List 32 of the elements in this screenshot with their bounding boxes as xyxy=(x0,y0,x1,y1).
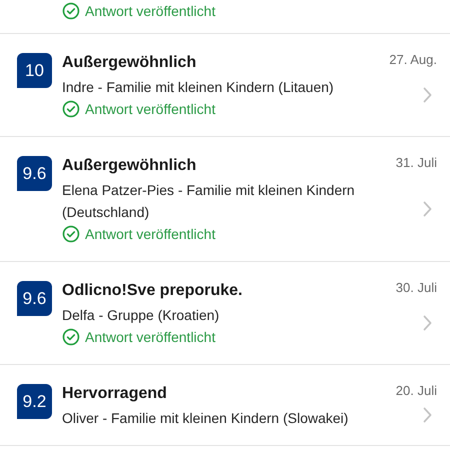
reviewer-info: Indre - Familie mit kleinen Kindern (Litauen) xyxy=(62,78,335,97)
score-badge: 9.6 xyxy=(17,156,52,191)
score-badge: 9.6 xyxy=(17,281,52,316)
reviewer-info: Oliver - Familie mit kleinen Kindern (Slowakei) xyxy=(62,409,350,428)
review-date: 27. Aug. xyxy=(389,51,437,69)
review-row[interactable]: 9.2 Hervorragend Oliver - Familie mit kleinen Kindern (Slowakei) 20. Juli xyxy=(0,365,450,446)
reply-status: Antwort veröffentlicht xyxy=(85,100,216,118)
review-row[interactable]: 10 Außergewöhnlich Indre - Familie mit kleinen Kindern (Litauen) Antwort veröffentlicht 27. Aug. xyxy=(0,34,450,137)
review-title: Odlicno!Sve preporuke. xyxy=(62,281,244,301)
review-row[interactable]: 9.6 Odlicno!Sve preporuke. Delfa - Gruppe (Kroatien) Antwort veröffentlicht 30. Juli xyxy=(0,262,450,365)
reviewer-info: Delfa - Gruppe (Kroatien) xyxy=(62,306,220,325)
review-title: Außergewöhnlich xyxy=(62,53,198,73)
review-date: 30. Juli xyxy=(396,279,437,297)
chevron-right-icon xyxy=(423,86,432,103)
score-badge: 9.2 xyxy=(17,384,52,419)
reply-status: Antwort veröffentlicht xyxy=(85,224,216,244)
reviewer-info: Elena Patzer-Pies - Familie mit kleinen Kindern (Deutschland) xyxy=(62,181,356,222)
review-title: Hervorragend xyxy=(62,384,168,404)
score-badge: 10 xyxy=(17,53,52,88)
review-title: Außergewöhnlich xyxy=(62,156,198,176)
check-circle-icon xyxy=(62,100,80,118)
review-row[interactable]: 9.6 Außergewöhnlich Elena Patzer-Pies - Familie mit kleinen Kindern (Deutschland) Antwort veröffentlicht 31. Juli xyxy=(0,137,450,262)
chevron-right-icon xyxy=(423,200,432,217)
reply-status: Antwort veröffentlicht xyxy=(85,328,216,346)
check-circle-icon xyxy=(62,328,80,346)
review-date: 31. Juli xyxy=(396,154,437,172)
review-date: 20. Juli xyxy=(396,382,437,400)
check-circle-icon xyxy=(62,2,80,20)
chevron-right-icon xyxy=(423,406,432,423)
check-circle-icon xyxy=(62,225,80,243)
chevron-right-icon xyxy=(423,314,432,331)
reply-status: Antwort veröffentlicht xyxy=(85,2,216,20)
